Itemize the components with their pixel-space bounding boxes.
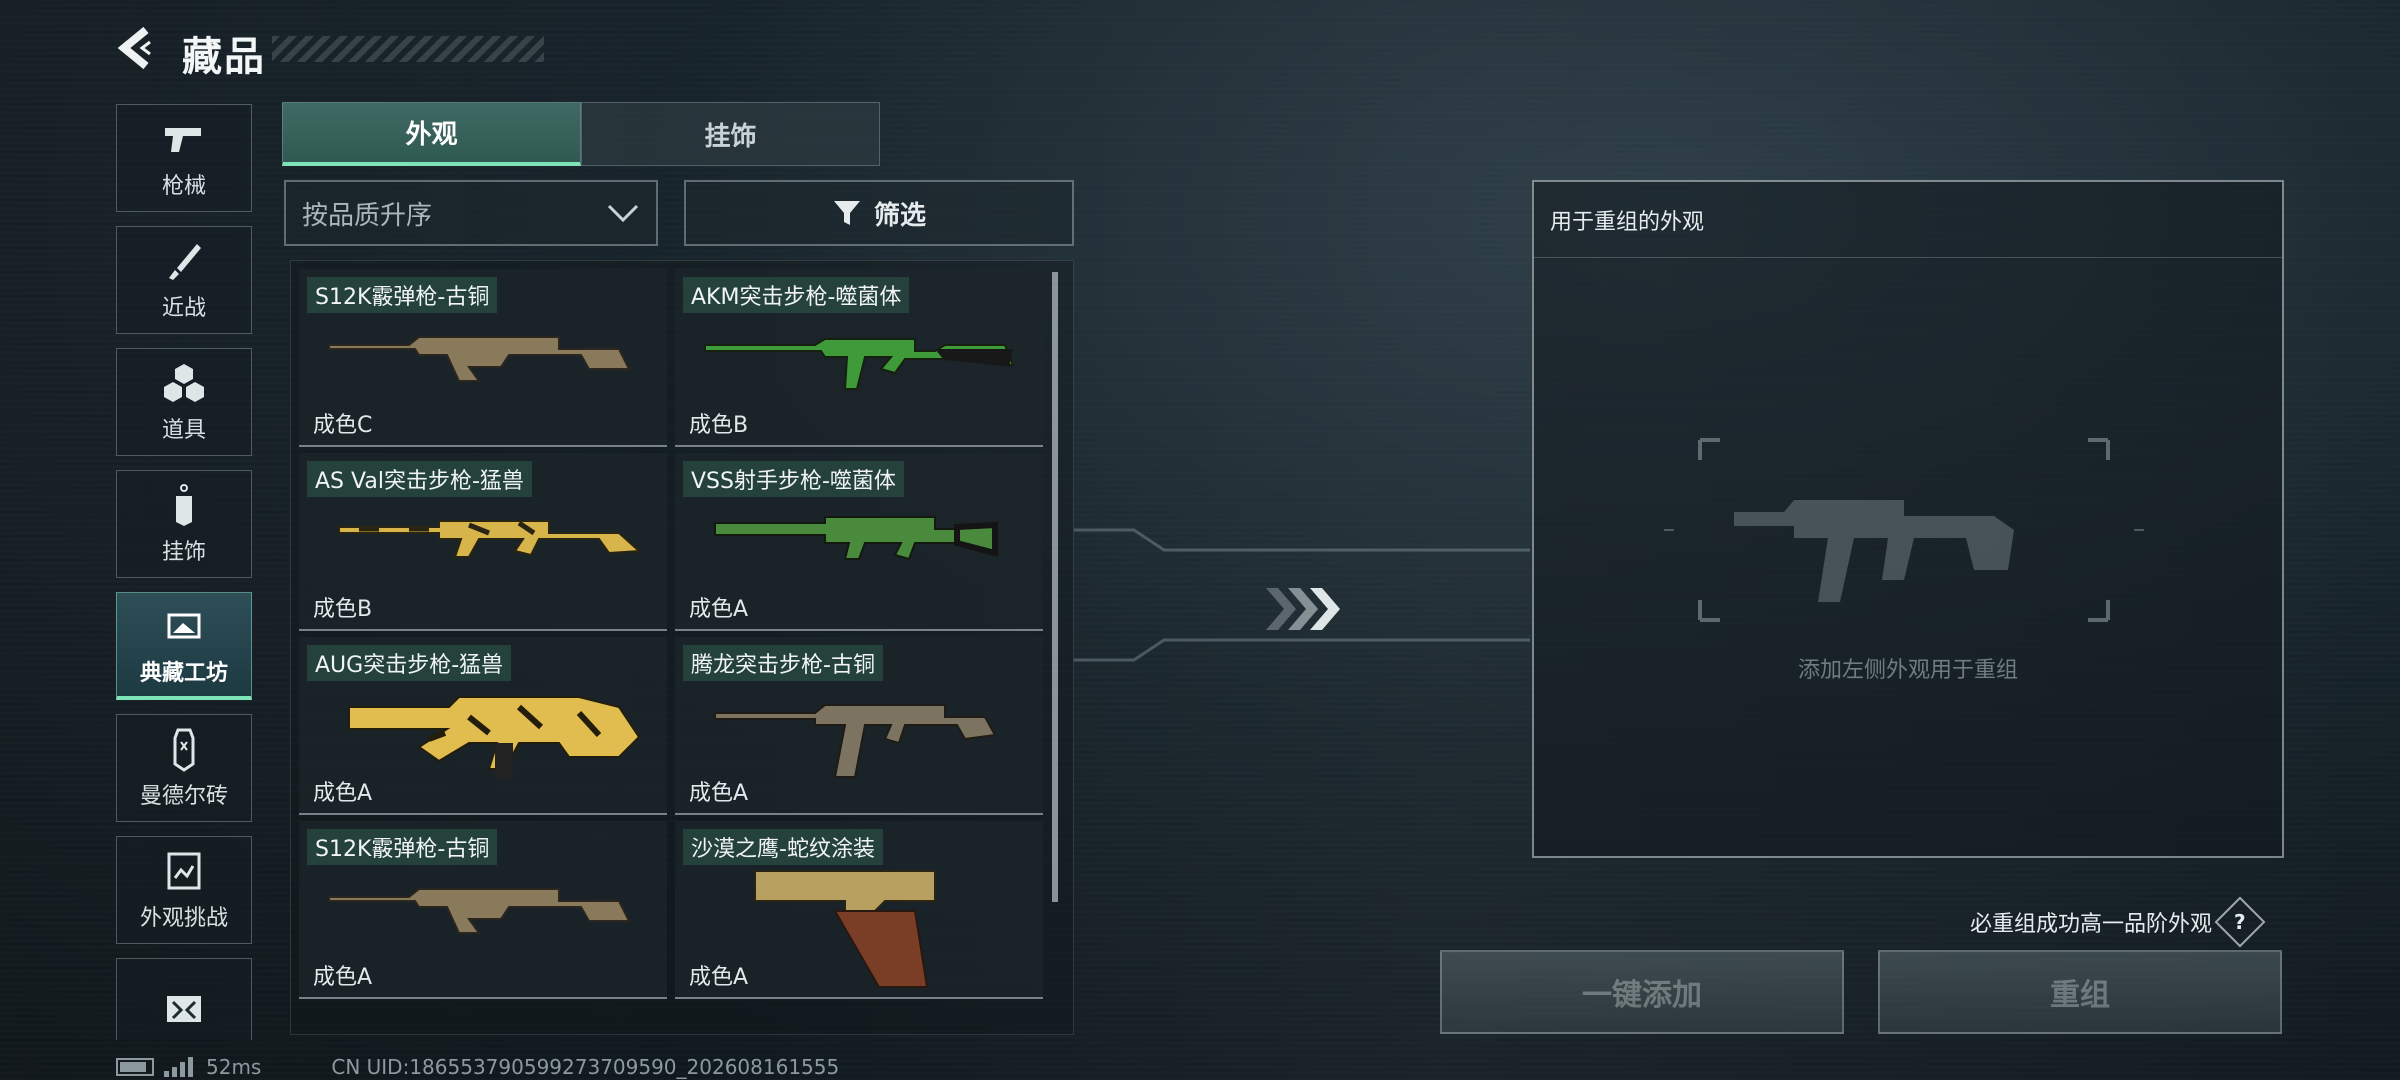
- skin-name: VSS射手步枪-噬菌体: [683, 461, 904, 497]
- workshop-icon: [167, 613, 201, 638]
- title-decoration: [272, 36, 544, 62]
- sort-label: 按品质升序: [302, 200, 433, 231]
- filter-button[interactable]: 筛选: [684, 180, 1074, 246]
- question-mark-icon: ?: [2234, 909, 2246, 934]
- tab-charms[interactable]: 挂饰: [581, 102, 880, 166]
- sort-dropdown[interactable]: 按品质升序: [284, 180, 658, 246]
- shotgun-image: [328, 336, 631, 382]
- uid-text: CN UID:186553790599273709590_20260816155…: [331, 1055, 840, 1079]
- nav-item-melee[interactable]: 近战: [116, 226, 252, 334]
- guarantee-note: 必重组成功高一品阶外观 ?: [1970, 896, 2266, 948]
- nav-item-mandel-brick[interactable]: 曼德尔砖: [116, 714, 252, 822]
- rifle-image: [714, 704, 997, 778]
- filter-icon: [833, 201, 860, 225]
- filter-label: 筛选: [873, 200, 926, 231]
- placeholder-rifle-icon: [1664, 438, 2144, 622]
- skin-card[interactable]: AKM突击步枪-噬菌体 成色B: [675, 269, 1043, 447]
- status-bar: 52ms CN UID:186553790599273709590_202608…: [116, 1055, 840, 1079]
- skin-name: AUG突击步枪-猛兽: [307, 645, 512, 681]
- skin-name: 沙漠之鹰-蛇纹涂装: [683, 829, 883, 865]
- cubes-icon: [164, 364, 204, 402]
- nav-item-label: 枪械: [161, 174, 206, 199]
- arrow-right-chevrons-icon: [1266, 588, 1340, 630]
- nav-item-label: 外观挑战: [139, 906, 228, 931]
- tab-skins[interactable]: 外观: [282, 102, 581, 166]
- battery-icon: [116, 1058, 154, 1076]
- rifle-image: [714, 516, 998, 561]
- back-arrow-icon[interactable]: [116, 26, 160, 70]
- skin-grade: 成色A: [689, 597, 749, 622]
- bullpup-rifle-image: [348, 696, 641, 779]
- skin-grade: 成色A: [689, 965, 749, 990]
- skin-name: AS Val突击步枪-猛兽: [307, 461, 532, 497]
- nav-item-charms[interactable]: 挂饰: [116, 470, 252, 578]
- rifle-image: [338, 520, 642, 558]
- nav-item-guns[interactable]: 枪械: [116, 104, 252, 212]
- skin-name: AKM突击步枪-噬菌体: [683, 277, 910, 313]
- brick-icon: [173, 728, 195, 772]
- chevron-down-icon: [607, 204, 639, 223]
- crate-icon: [167, 996, 201, 1022]
- nav-item-challenge[interactable]: 外观挑战: [116, 836, 252, 944]
- nav-item-props[interactable]: 道具: [116, 348, 252, 456]
- skin-card[interactable]: 腾龙突击步枪-古铜 成色A: [675, 637, 1043, 815]
- nav-item-label: 曼德尔砖: [139, 784, 228, 809]
- skin-card[interactable]: 沙漠之鹰-蛇纹涂装 成色A: [675, 821, 1043, 999]
- reforge-empty-hint: 添加左侧外观用于重组: [1797, 658, 2018, 683]
- reforge-panel-title: 用于重组的外观: [1534, 182, 2282, 258]
- challenge-icon: [167, 852, 201, 890]
- skin-card[interactable]: S12K霰弹枪-古铜 成色C: [299, 269, 667, 447]
- page-title: 藏品: [182, 34, 266, 80]
- knife-icon: [169, 244, 201, 280]
- rifle-image: [704, 338, 1015, 390]
- reforge-button[interactable]: 重组: [1878, 950, 2282, 1034]
- skin-grid: S12K霰弹枪-古铜 成色C AKM突击步枪-噬菌体 成色B AS Val突击步…: [290, 260, 1074, 1035]
- shotgun-image: [328, 888, 631, 934]
- skin-card[interactable]: AUG突击步枪-猛兽 成色A: [299, 637, 667, 815]
- category-nav: 枪械 近战 道具 挂饰 典藏工坊 曼德尔砖 外观挑战: [116, 104, 252, 1040]
- skin-name: S12K霰弹枪-古铜: [307, 829, 498, 865]
- nav-item-workshop[interactable]: 典藏工坊: [116, 592, 252, 700]
- skin-card[interactable]: S12K霰弹枪-古铜 成色A: [299, 821, 667, 999]
- help-button[interactable]: ?: [2214, 896, 2266, 948]
- latency-text: 52ms: [206, 1055, 262, 1079]
- skin-name: 腾龙突击步枪-古铜: [683, 645, 883, 681]
- skin-grade: 成色C: [313, 413, 373, 438]
- nav-item-label: 道具: [161, 418, 206, 443]
- skin-name: S12K霰弹枪-古铜: [307, 277, 498, 313]
- skin-grade: 成色A: [689, 781, 749, 806]
- pistol-icon: [165, 128, 201, 152]
- skin-grade: 成色B: [689, 413, 749, 438]
- skin-grade: 成色A: [313, 781, 373, 806]
- grid-scrollbar[interactable]: [1052, 272, 1058, 902]
- nav-item-more[interactable]: [116, 958, 252, 1040]
- skin-grade: 成色A: [313, 965, 373, 990]
- signal-icon: [164, 1057, 193, 1077]
- add-all-button[interactable]: 一键添加: [1440, 950, 1844, 1034]
- skin-card[interactable]: AS Val突击步枪-猛兽 成色B: [299, 453, 667, 631]
- tab-bar: 外观 挂饰: [282, 102, 880, 166]
- nav-item-label: 近战: [161, 296, 206, 321]
- guarantee-text: 必重组成功高一品阶外观: [1970, 912, 2213, 937]
- reforge-slot-panel[interactable]: 用于重组的外观 添加左侧外观用于重组: [1532, 180, 2284, 858]
- skin-grade: 成色B: [313, 597, 373, 622]
- skin-card[interactable]: VSS射手步枪-噬菌体 成色A: [675, 453, 1043, 631]
- charm-icon: [176, 484, 192, 526]
- nav-item-label: 典藏工坊: [139, 660, 228, 686]
- nav-item-label: 挂饰: [161, 540, 206, 565]
